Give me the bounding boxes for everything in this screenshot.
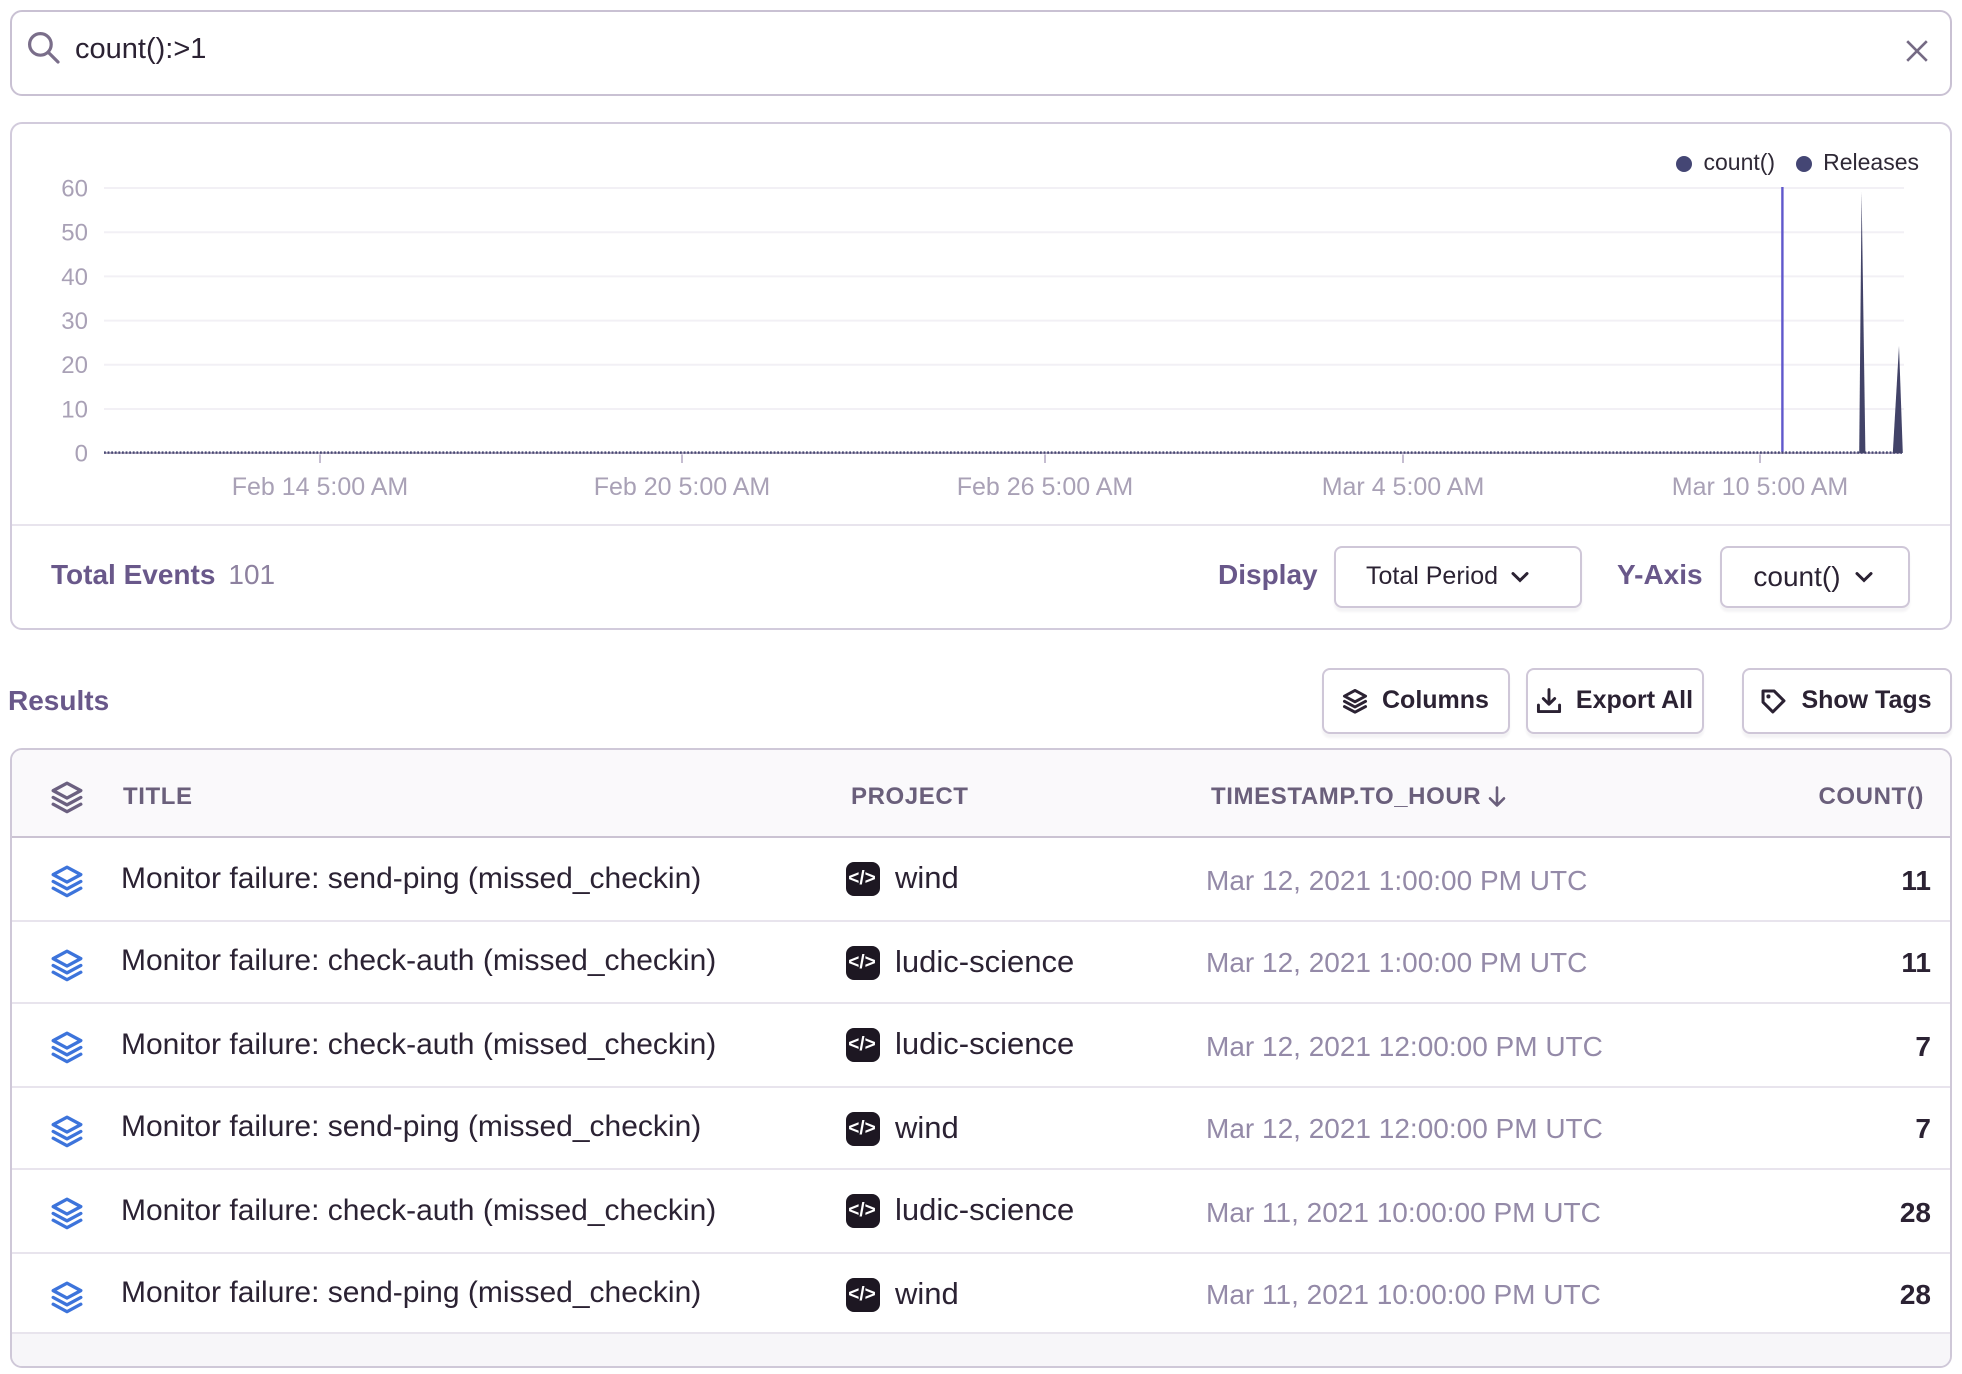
svg-text:Mar 10 5:00 AM: Mar 10 5:00 AM (1672, 473, 1848, 501)
svg-text:40: 40 (61, 264, 88, 291)
svg-text:Feb 14 5:00 AM: Feb 14 5:00 AM (232, 473, 409, 501)
svg-text:30: 30 (61, 308, 88, 335)
svg-text:10: 10 (61, 396, 88, 423)
svg-text:60: 60 (61, 175, 88, 202)
svg-text:Feb 20 5:00 AM: Feb 20 5:00 AM (594, 473, 771, 501)
svg-text:50: 50 (61, 220, 88, 247)
svg-text:Feb 26 5:00 AM: Feb 26 5:00 AM (957, 473, 1134, 501)
svg-text:20: 20 (61, 352, 88, 379)
svg-text:0: 0 (75, 441, 88, 468)
svg-text:Mar 4 5:00 AM: Mar 4 5:00 AM (1322, 473, 1485, 501)
